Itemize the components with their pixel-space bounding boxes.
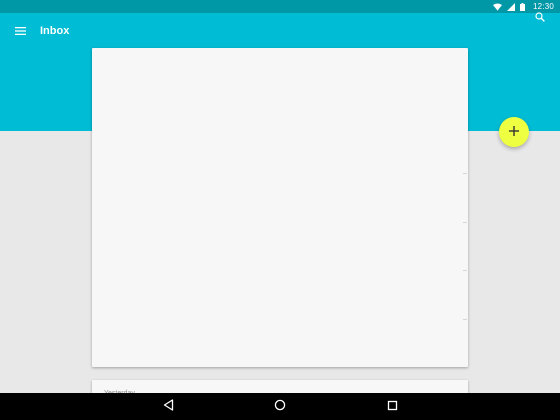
back-button[interactable] xyxy=(160,399,176,415)
navigation-bar xyxy=(0,393,560,420)
toolbar: Inbox xyxy=(0,13,560,49)
recents-button[interactable] xyxy=(384,399,400,415)
status-bar: 12:30 xyxy=(0,0,560,13)
home-button[interactable] xyxy=(272,399,288,415)
menu-button[interactable] xyxy=(10,21,30,41)
divider xyxy=(463,319,467,320)
divider xyxy=(463,270,467,271)
search-button[interactable] xyxy=(530,8,550,28)
compose-fab-button[interactable] xyxy=(499,117,529,147)
recents-icon xyxy=(387,398,398,416)
home-icon xyxy=(274,398,286,416)
divider xyxy=(463,222,467,223)
menu-icon xyxy=(14,22,26,40)
battery-icon xyxy=(519,2,525,11)
divider xyxy=(463,173,467,174)
search-icon xyxy=(535,9,545,27)
content-card[interactable] xyxy=(92,48,468,367)
cell-signal-icon xyxy=(506,2,515,11)
wifi-icon xyxy=(492,3,502,11)
plus-icon xyxy=(509,123,519,141)
screen: 12:30 Inbox Yesterday xyxy=(0,0,560,420)
back-icon xyxy=(163,398,174,416)
page-title: Inbox xyxy=(40,25,70,37)
